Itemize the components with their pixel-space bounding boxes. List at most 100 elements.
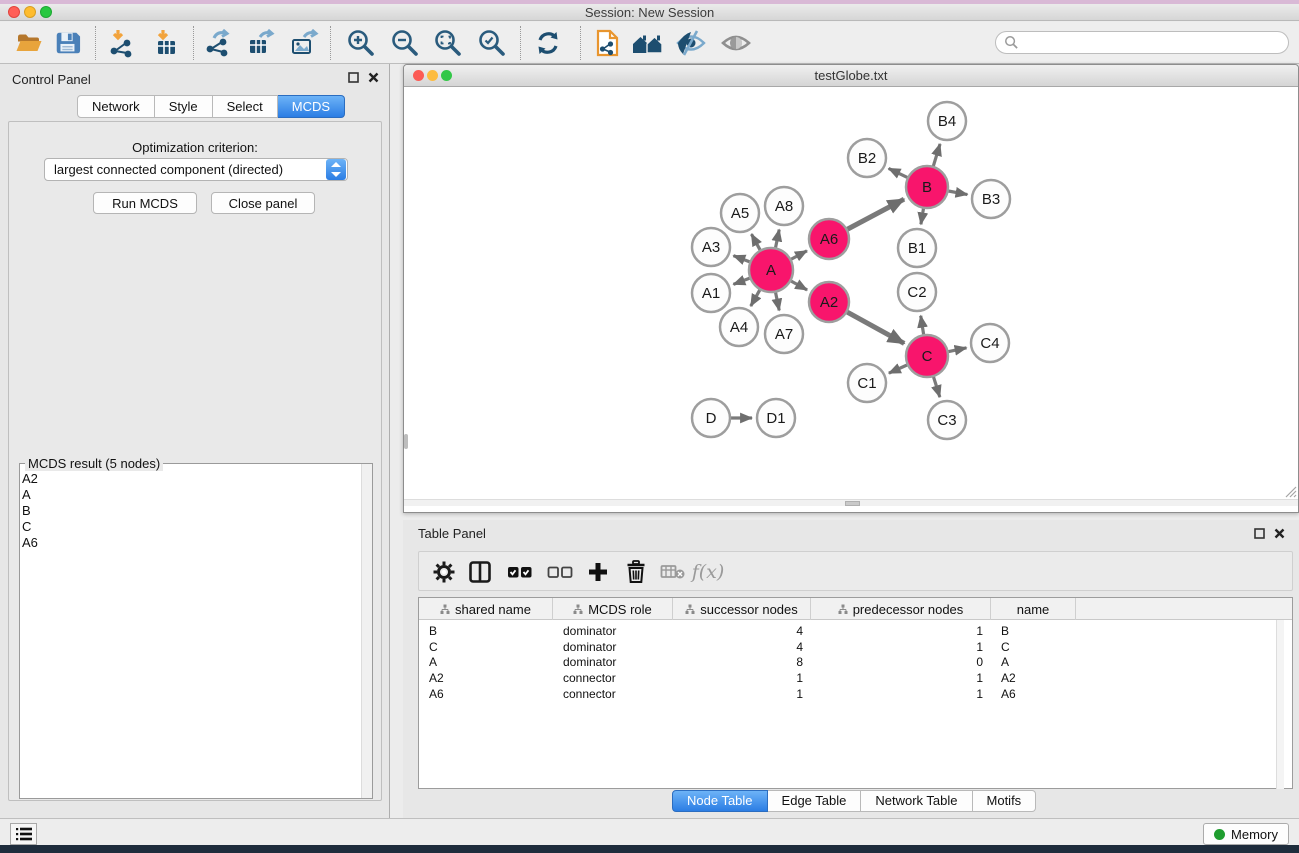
add-column-plus-icon[interactable] xyxy=(581,556,615,588)
open-file-icon[interactable] xyxy=(12,27,46,59)
close-panel-button[interactable]: Close panel xyxy=(211,192,315,214)
search-field[interactable] xyxy=(995,31,1289,54)
graph-node-A3[interactable]: A3 xyxy=(692,228,730,266)
close-window-button[interactable] xyxy=(8,6,20,18)
network-close-button[interactable] xyxy=(413,70,424,81)
tab-network-table[interactable]: Network Table xyxy=(861,790,972,812)
graph-node-C1[interactable]: C1 xyxy=(848,364,886,402)
network-hscrollbar[interactable] xyxy=(404,499,1298,506)
graph-node-A7[interactable]: A7 xyxy=(765,315,803,353)
show-columns-icon[interactable] xyxy=(463,556,497,588)
network-minimize-button[interactable] xyxy=(427,70,438,81)
optimization-criterion-dropdown[interactable]: largest connected component (directed) xyxy=(44,158,348,181)
import-network-icon[interactable] xyxy=(104,27,138,59)
column-header-MCDS-role[interactable]: MCDS role xyxy=(553,598,673,620)
graph-node-C2[interactable]: C2 xyxy=(898,273,936,311)
zoom-selected-icon[interactable] xyxy=(475,27,509,59)
table-row[interactable]: A6connector11A6 xyxy=(419,686,1292,702)
table-settings-gear-icon[interactable] xyxy=(427,556,461,588)
save-session-icon[interactable] xyxy=(50,27,84,59)
mcds-result-item[interactable]: B xyxy=(22,503,38,519)
delete-table-icon[interactable] xyxy=(656,556,690,588)
table-cell: A6 xyxy=(429,686,444,702)
zoom-out-icon[interactable] xyxy=(388,27,422,59)
graph-node-A2[interactable]: A2 xyxy=(809,282,849,322)
tab-edge-table[interactable]: Edge Table xyxy=(768,790,862,812)
tab-network[interactable]: Network xyxy=(77,95,155,118)
refresh-icon[interactable] xyxy=(531,27,565,59)
graph-node-A[interactable]: A xyxy=(749,248,793,292)
mcds-result-list[interactable]: A2ABCA6 xyxy=(22,471,38,551)
network-file-icon[interactable] xyxy=(590,27,624,59)
tab-motifs[interactable]: Motifs xyxy=(973,790,1037,812)
import-table-icon[interactable] xyxy=(149,27,183,59)
table-row[interactable]: Bdominator41B xyxy=(419,623,1292,639)
tab-style[interactable]: Style xyxy=(155,95,213,118)
graph-node-B1[interactable]: B1 xyxy=(898,229,936,267)
tab-select[interactable]: Select xyxy=(213,95,278,118)
graph-node-A5[interactable]: A5 xyxy=(721,194,759,232)
graph-node-A4[interactable]: A4 xyxy=(720,308,758,346)
mcds-result-item[interactable]: C xyxy=(22,519,38,535)
graph-node-A8[interactable]: A8 xyxy=(765,187,803,225)
table-row[interactable]: Adominator80A xyxy=(419,654,1292,670)
graph-node-D1[interactable]: D1 xyxy=(757,399,795,437)
column-header-successor-nodes[interactable]: successor nodes xyxy=(673,598,811,620)
delete-column-trash-icon[interactable] xyxy=(619,556,653,588)
column-header-name[interactable]: name xyxy=(991,598,1076,620)
zoom-fit-icon[interactable] xyxy=(431,27,465,59)
close-panel-icon[interactable] xyxy=(368,72,379,83)
zoom-in-icon[interactable] xyxy=(344,27,378,59)
home-icon[interactable] xyxy=(631,27,665,59)
table-scrollbar[interactable] xyxy=(1276,620,1284,789)
graph-node-A6[interactable]: A6 xyxy=(809,219,849,259)
column-header-predecessor-nodes[interactable]: predecessor nodes xyxy=(811,598,991,620)
select-all-icon[interactable] xyxy=(503,556,537,588)
export-table-icon[interactable] xyxy=(244,27,278,59)
task-history-button[interactable] xyxy=(10,823,37,845)
export-network-icon[interactable] xyxy=(201,27,235,59)
graph-node-B[interactable]: B xyxy=(906,166,948,208)
mcds-result-item[interactable]: A xyxy=(22,487,38,503)
memory-button[interactable]: Memory xyxy=(1203,823,1289,845)
result-scrollbar[interactable] xyxy=(361,464,372,798)
graph-node-B4[interactable]: B4 xyxy=(928,102,966,140)
graph-node-C3[interactable]: C3 xyxy=(928,401,966,439)
mcds-result-item[interactable]: A6 xyxy=(22,535,38,551)
tab-node-table[interactable]: Node Table xyxy=(672,790,768,812)
graph-edge-C-C1 xyxy=(889,365,908,374)
table-panel: Table Panel f(x) shared nameMCDS rolesuc… xyxy=(403,520,1299,818)
svg-text:A3: A3 xyxy=(702,239,720,256)
table-row[interactable]: Cdominator41C xyxy=(419,639,1292,655)
column-tree-icon xyxy=(440,604,450,614)
network-hscroll-thumb[interactable] xyxy=(845,501,860,506)
graph-node-A1[interactable]: A1 xyxy=(692,274,730,312)
graph-node-C[interactable]: C xyxy=(906,335,948,377)
graph-node-B3[interactable]: B3 xyxy=(972,180,1010,218)
search-input[interactable] xyxy=(1019,35,1269,50)
graph-node-C4[interactable]: C4 xyxy=(971,324,1009,362)
hide-details-icon[interactable] xyxy=(674,27,708,59)
zoom-window-button[interactable] xyxy=(40,6,52,18)
table-row[interactable]: A2connector11A2 xyxy=(419,670,1292,686)
network-canvas[interactable]: B4 B2 B B3 A8A5 A6 A3 B1 A A1 C2 A2 A4A7 C4 C C1 C3 D D1 xyxy=(404,87,1298,506)
tab-mcds[interactable]: MCDS xyxy=(278,95,345,118)
deselect-all-icon[interactable] xyxy=(543,556,577,588)
minimize-window-button[interactable] xyxy=(24,6,36,18)
export-image-icon[interactable] xyxy=(287,27,321,59)
graph-node-B2[interactable]: B2 xyxy=(848,139,886,177)
resize-grip-icon[interactable] xyxy=(1282,483,1297,498)
close-panel-icon[interactable] xyxy=(1274,528,1285,539)
network-zoom-button[interactable] xyxy=(441,70,452,81)
float-panel-icon[interactable] xyxy=(1254,528,1265,539)
column-header-shared-name[interactable]: shared name xyxy=(419,598,553,620)
function-builder-icon[interactable]: f(x) xyxy=(691,556,725,588)
mcds-result-item[interactable]: A2 xyxy=(22,471,38,487)
graph-node-D[interactable]: D xyxy=(692,399,730,437)
show-details-icon[interactable] xyxy=(719,27,753,59)
network-window-titlebar[interactable]: testGlobe.txt xyxy=(404,65,1298,87)
network-vscroll-thumb[interactable] xyxy=(404,434,408,449)
float-panel-icon[interactable] xyxy=(348,72,359,83)
svg-text:D1: D1 xyxy=(766,410,785,427)
run-mcds-button[interactable]: Run MCDS xyxy=(93,192,197,214)
